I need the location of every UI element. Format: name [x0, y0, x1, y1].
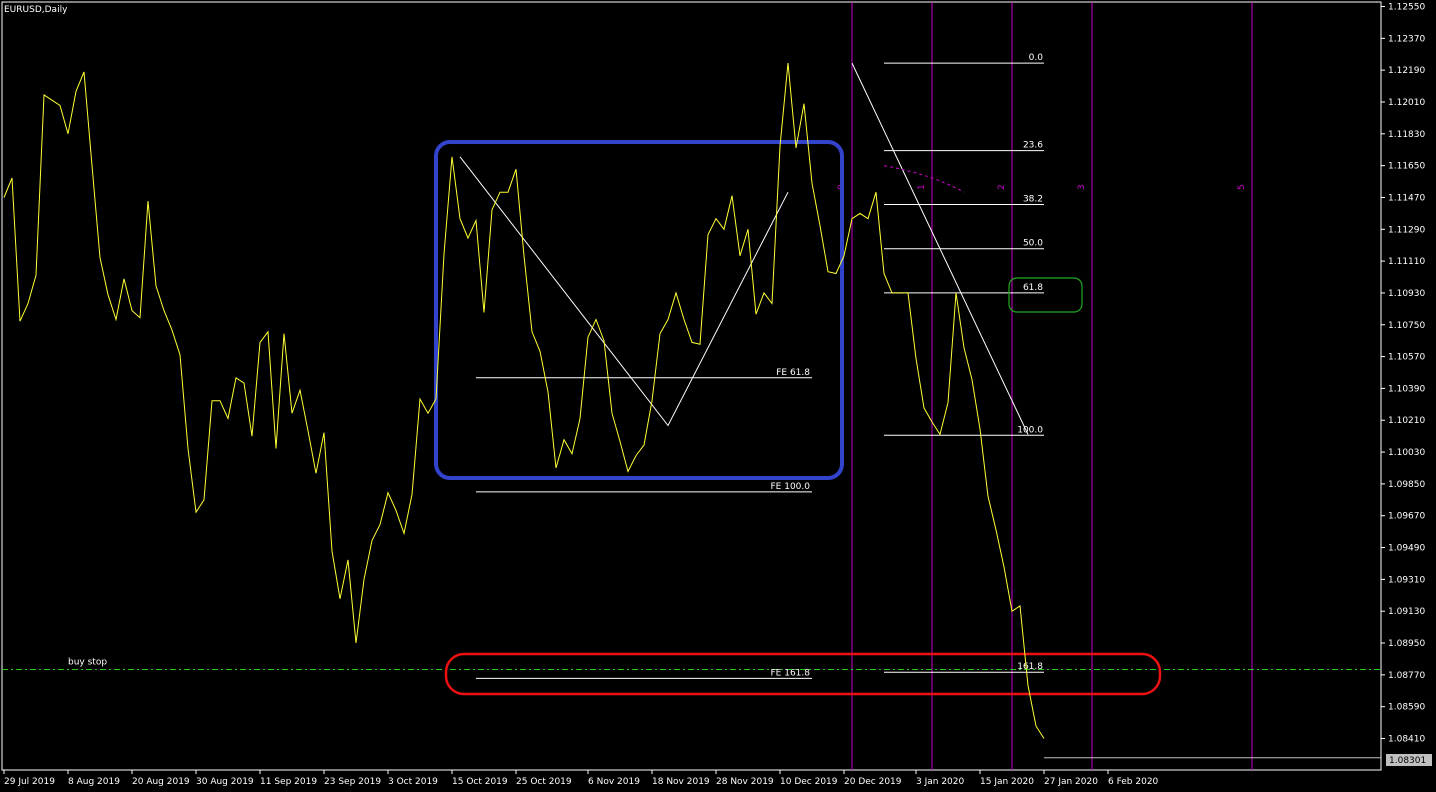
time-zone-label: 5 [1237, 184, 1247, 190]
y-tick-label: 1.12370 [1388, 34, 1425, 44]
y-tick-label: 1.11110 [1388, 257, 1425, 267]
time-zone-label: 3 [1077, 184, 1087, 190]
x-tick-label: 11 Sep 2019 [260, 777, 317, 787]
fibo-retracement-label: 61.8 [1023, 283, 1043, 293]
fibo-retracement-label: 0.0 [1029, 53, 1044, 63]
fibo-retracement-label: 38.2 [1023, 195, 1043, 205]
current-price-label: 1.08301 [1389, 756, 1426, 766]
time-zone-label: 1 [917, 184, 927, 190]
symbol-label: EURUSD,Daily [4, 5, 68, 15]
y-tick-label: 1.09850 [1388, 480, 1425, 490]
y-tick-label: 1.10390 [1388, 384, 1425, 394]
x-tick-label: 29 Jul 2019 [4, 777, 55, 787]
y-tick-label: 1.10750 [1388, 321, 1425, 331]
y-tick-label: 1.09670 [1388, 512, 1425, 522]
y-tick-label: 1.11830 [1388, 130, 1425, 140]
y-tick-label: 1.12010 [1388, 98, 1425, 108]
x-tick-label: 10 Dec 2019 [780, 777, 838, 787]
x-tick-label: 3 Jan 2020 [916, 777, 964, 787]
y-tick-label: 1.10030 [1388, 448, 1425, 458]
x-tick-label: 20 Aug 2019 [132, 777, 190, 787]
y-tick-label: 1.11290 [1388, 225, 1425, 235]
x-tick-label: 6 Feb 2020 [1108, 777, 1159, 787]
y-tick-label: 1.08590 [1388, 703, 1425, 713]
chart-background [0, 0, 1436, 792]
buy-stop-label: buy stop [68, 658, 107, 668]
y-tick-label: 1.09490 [1388, 544, 1425, 554]
y-tick-label: 1.11470 [1388, 193, 1425, 203]
fibo-retracement-label: 50.0 [1023, 239, 1043, 249]
x-tick-label: 8 Aug 2019 [68, 777, 120, 787]
x-tick-label: 30 Aug 2019 [196, 777, 254, 787]
x-tick-label: 20 Dec 2019 [844, 777, 902, 787]
x-tick-label: 23 Sep 2019 [324, 777, 381, 787]
y-tick-label: 1.10210 [1388, 416, 1425, 426]
x-tick-label: 25 Oct 2019 [516, 777, 572, 787]
x-tick-label: 18 Nov 2019 [652, 777, 710, 787]
current-price-tag: 1.08301 [1386, 754, 1432, 766]
y-tick-label: 1.08950 [1388, 639, 1425, 649]
x-tick-label: 27 Jan 2020 [1044, 777, 1098, 787]
y-tick-label: 1.09310 [1388, 575, 1425, 585]
x-tick-label: 6 Nov 2019 [588, 777, 640, 787]
x-tick-label: 15 Oct 2019 [452, 777, 508, 787]
fibo-retracement-label: 100.0 [1017, 425, 1043, 435]
time-zone-label: 2 [997, 184, 1007, 190]
y-tick-label: 1.08770 [1388, 671, 1425, 681]
y-tick-label: 1.12550 [1388, 3, 1425, 13]
y-tick-label: 1.10930 [1388, 289, 1425, 299]
price-chart[interactable]: 1.12550 1.12370 1.12190 1.12010 1.11830 1.116… [0, 0, 1436, 792]
fibo-expansion-label: FE 100.0 [771, 482, 811, 492]
x-tick-label: 28 Nov 2019 [716, 777, 774, 787]
fibo-expansion-label: FE 61.8 [776, 368, 810, 378]
y-tick-label: 1.12190 [1388, 66, 1425, 76]
x-tick-label: 3 Oct 2019 [388, 777, 438, 787]
y-tick-label: 1.11650 [1388, 162, 1425, 172]
y-tick-label: 1.10570 [1388, 353, 1425, 363]
y-tick-label: 1.08410 [1388, 735, 1425, 745]
fibo-expansion-label: FE 161.8 [771, 668, 811, 678]
fibo-retracement-label: 23.6 [1023, 141, 1043, 151]
x-tick-label: 15 Jan 2020 [980, 777, 1034, 787]
fibo-retracement-label: 161.8 [1017, 662, 1043, 672]
y-tick-label: 1.09130 [1388, 607, 1425, 617]
